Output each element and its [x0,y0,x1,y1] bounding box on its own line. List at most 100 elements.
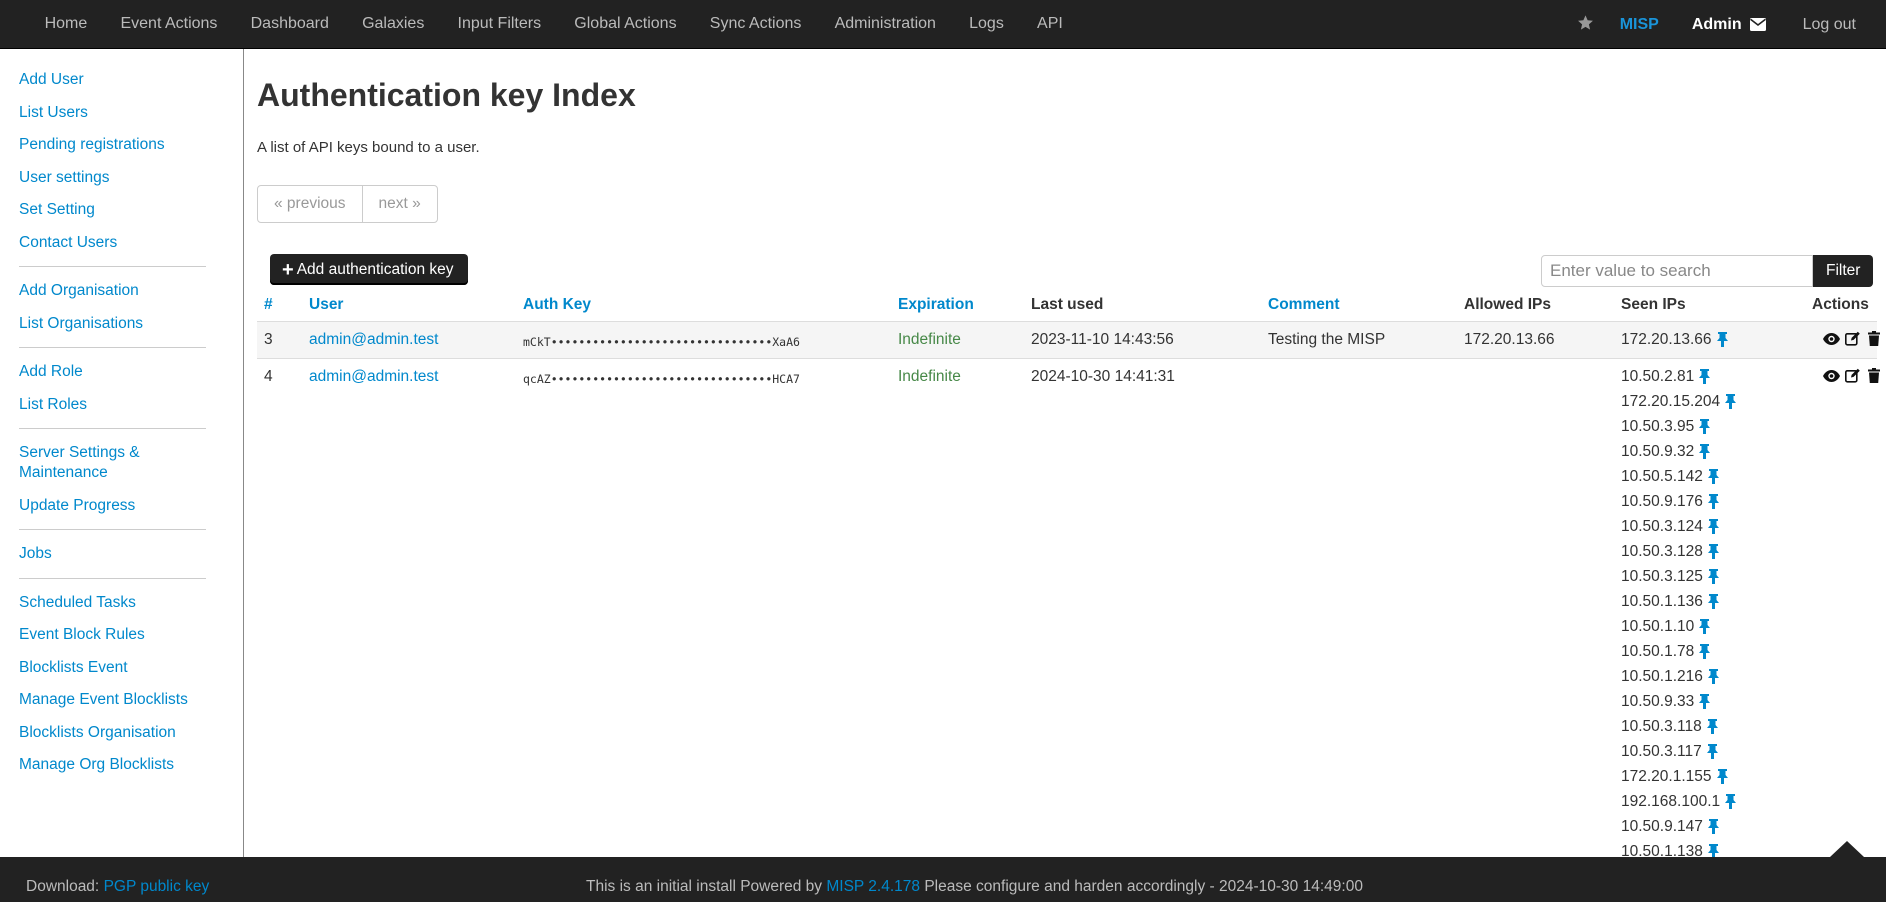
thumbtack-icon[interactable] [1699,644,1711,664]
sidebar-divider [19,428,206,429]
cell-user-link[interactable]: admin@admin.test [309,331,438,349]
nav-sync-actions[interactable]: Sync Actions [693,0,818,49]
nav-dashboard[interactable]: Dashboard [234,0,345,49]
sidebar-divider [19,347,206,348]
sidebar-item-server-settings[interactable]: Server Settings & Maintenance [19,437,159,490]
thumbtack-icon[interactable] [1706,719,1718,739]
sidebar-item-update-progress[interactable]: Update Progress [19,490,243,523]
nav-input-filters[interactable]: Input Filters [441,0,558,49]
column-header-comment[interactable]: Comment [1268,289,1339,321]
nav-api[interactable]: API [1020,0,1079,49]
seen-ip-value: 10.50.9.32 [1621,443,1695,460]
sidebar-item-pending-registrations[interactable]: Pending registrations [19,129,243,162]
thumbtack-icon[interactable] [1699,419,1711,439]
sidebar-item-contact-users[interactable]: Contact Users [19,227,243,260]
search-input[interactable] [1541,255,1813,287]
table-header: # User Auth Key Expiration Last used Com… [257,289,1877,322]
thumbtack-icon[interactable] [1707,669,1719,689]
misp-brand-link[interactable]: MISP [1620,16,1659,34]
next-page-button[interactable]: next » [361,186,437,222]
column-header-expiration[interactable]: Expiration [898,289,974,321]
edit-icon[interactable] [1844,367,1861,384]
cell-allowed-ips: 172.20.13.66 [1464,331,1555,348]
thumbtack-icon[interactable] [1716,332,1728,352]
misp-version-link[interactable]: MISP 2.4.178 [826,878,920,895]
add-authentication-key-button[interactable]: + Add authentication key [270,254,468,285]
footer-text-before: This is an initial install Powered by [586,878,823,895]
column-header-id[interactable]: # [264,289,273,321]
sidebar-item-manage-org-blocklists[interactable]: Manage Org Blocklists [19,749,243,782]
seen-ip-value: 10.50.5.142 [1621,468,1703,485]
top-navbar: Home Event Actions Dashboard Galaxies In… [0,0,1886,49]
trash-icon[interactable] [1865,330,1882,347]
sidebar-item-add-role[interactable]: Add Role [19,356,243,389]
sidebar-item-scheduled-tasks[interactable]: Scheduled Tasks [19,587,243,620]
nav-galaxies[interactable]: Galaxies [345,0,440,49]
logout-link[interactable]: Log out [1803,16,1856,34]
star-icon[interactable] [1577,14,1594,36]
thumbtack-icon[interactable] [1707,569,1719,589]
sidebar-item-manage-event-blocklists[interactable]: Manage Event Blocklists [19,684,243,717]
plus-icon: + [282,258,294,281]
trash-icon[interactable] [1865,367,1882,384]
thumbtack-icon[interactable] [1707,469,1719,489]
sidebar-item-user-settings[interactable]: User settings [19,162,243,195]
scroll-to-top-button[interactable] [1830,841,1864,857]
seen-ip: 10.50.1.10 [1621,618,1736,643]
seen-ip-value: 10.50.9.33 [1621,693,1695,710]
seen-ip: 10.50.1.136 [1621,593,1736,618]
view-icon[interactable] [1823,367,1840,384]
thumbtack-icon[interactable] [1699,369,1711,389]
pgp-public-key-link[interactable]: PGP public key [104,878,210,895]
thumbtack-icon[interactable] [1707,819,1719,839]
thumbtack-icon[interactable] [1707,519,1719,539]
sidebar-group-roles: Add Role List Roles [0,356,243,421]
search-bar: Filter [1541,255,1874,287]
thumbtack-icon[interactable] [1707,494,1719,514]
sidebar-item-list-users[interactable]: List Users [19,97,243,130]
view-icon[interactable] [1823,330,1840,347]
filter-button[interactable]: Filter [1813,255,1874,287]
cell-auth-key: mCkT••••••••••••••••••••••••••••••••XaA6 [523,335,800,349]
nav-home[interactable]: Home [28,0,104,49]
sidebar-item-list-roles[interactable]: List Roles [19,389,243,422]
sidebar-item-list-organisations[interactable]: List Organisations [19,308,243,341]
cell-seen-ips: 172.20.13.66 [1621,331,1728,356]
seen-ip-value: 192.168.100.1 [1621,793,1721,810]
thumbtack-icon[interactable] [1706,744,1718,764]
thumbtack-icon[interactable] [1699,444,1711,464]
thumbtack-icon[interactable] [1707,594,1719,614]
sidebar-item-jobs[interactable]: Jobs [19,538,243,571]
seen-ip: 10.50.3.128 [1621,543,1736,568]
nav-administration[interactable]: Administration [818,0,953,49]
nav-logs[interactable]: Logs [953,0,1021,49]
sidebar-item-blocklists-event[interactable]: Blocklists Event [19,652,243,685]
admin-user-link[interactable]: Admin [1692,16,1766,34]
nav-event-actions[interactable]: Event Actions [104,0,234,49]
thumbtack-icon[interactable] [1716,769,1728,789]
column-header-user[interactable]: User [309,289,343,321]
cell-user-link[interactable]: admin@admin.test [309,368,438,386]
thumbtack-icon[interactable] [1725,794,1737,814]
seen-ip-value: 10.50.3.118 [1621,718,1702,735]
footer: Download: PGP public key This is an init… [0,857,1886,902]
seen-ip: 10.50.9.33 [1621,693,1736,718]
thumbtack-icon[interactable] [1725,394,1737,414]
column-header-auth-key[interactable]: Auth Key [523,289,591,321]
seen-ip: 172.20.15.204 [1621,393,1737,418]
seen-ip: 172.20.1.155 [1621,768,1736,793]
thumbtack-icon[interactable] [1707,544,1719,564]
sidebar-item-add-user[interactable]: Add User [19,64,243,97]
sidebar-group-jobs: Jobs [0,538,243,571]
seen-ip: 10.50.3.118 [1621,718,1736,743]
previous-page-button[interactable]: « previous [258,186,362,222]
sidebar-item-add-organisation[interactable]: Add Organisation [19,275,243,308]
sidebar-item-event-block-rules[interactable]: Event Block Rules [19,619,243,652]
thumbtack-icon[interactable] [1699,694,1711,714]
thumbtack-icon[interactable] [1699,619,1711,639]
edit-icon[interactable] [1844,330,1861,347]
seen-ip: 10.50.9.147 [1621,818,1736,843]
sidebar-item-set-setting[interactable]: Set Setting [19,194,243,227]
sidebar-item-blocklists-organisation[interactable]: Blocklists Organisation [19,717,243,750]
nav-global-actions[interactable]: Global Actions [558,0,693,49]
